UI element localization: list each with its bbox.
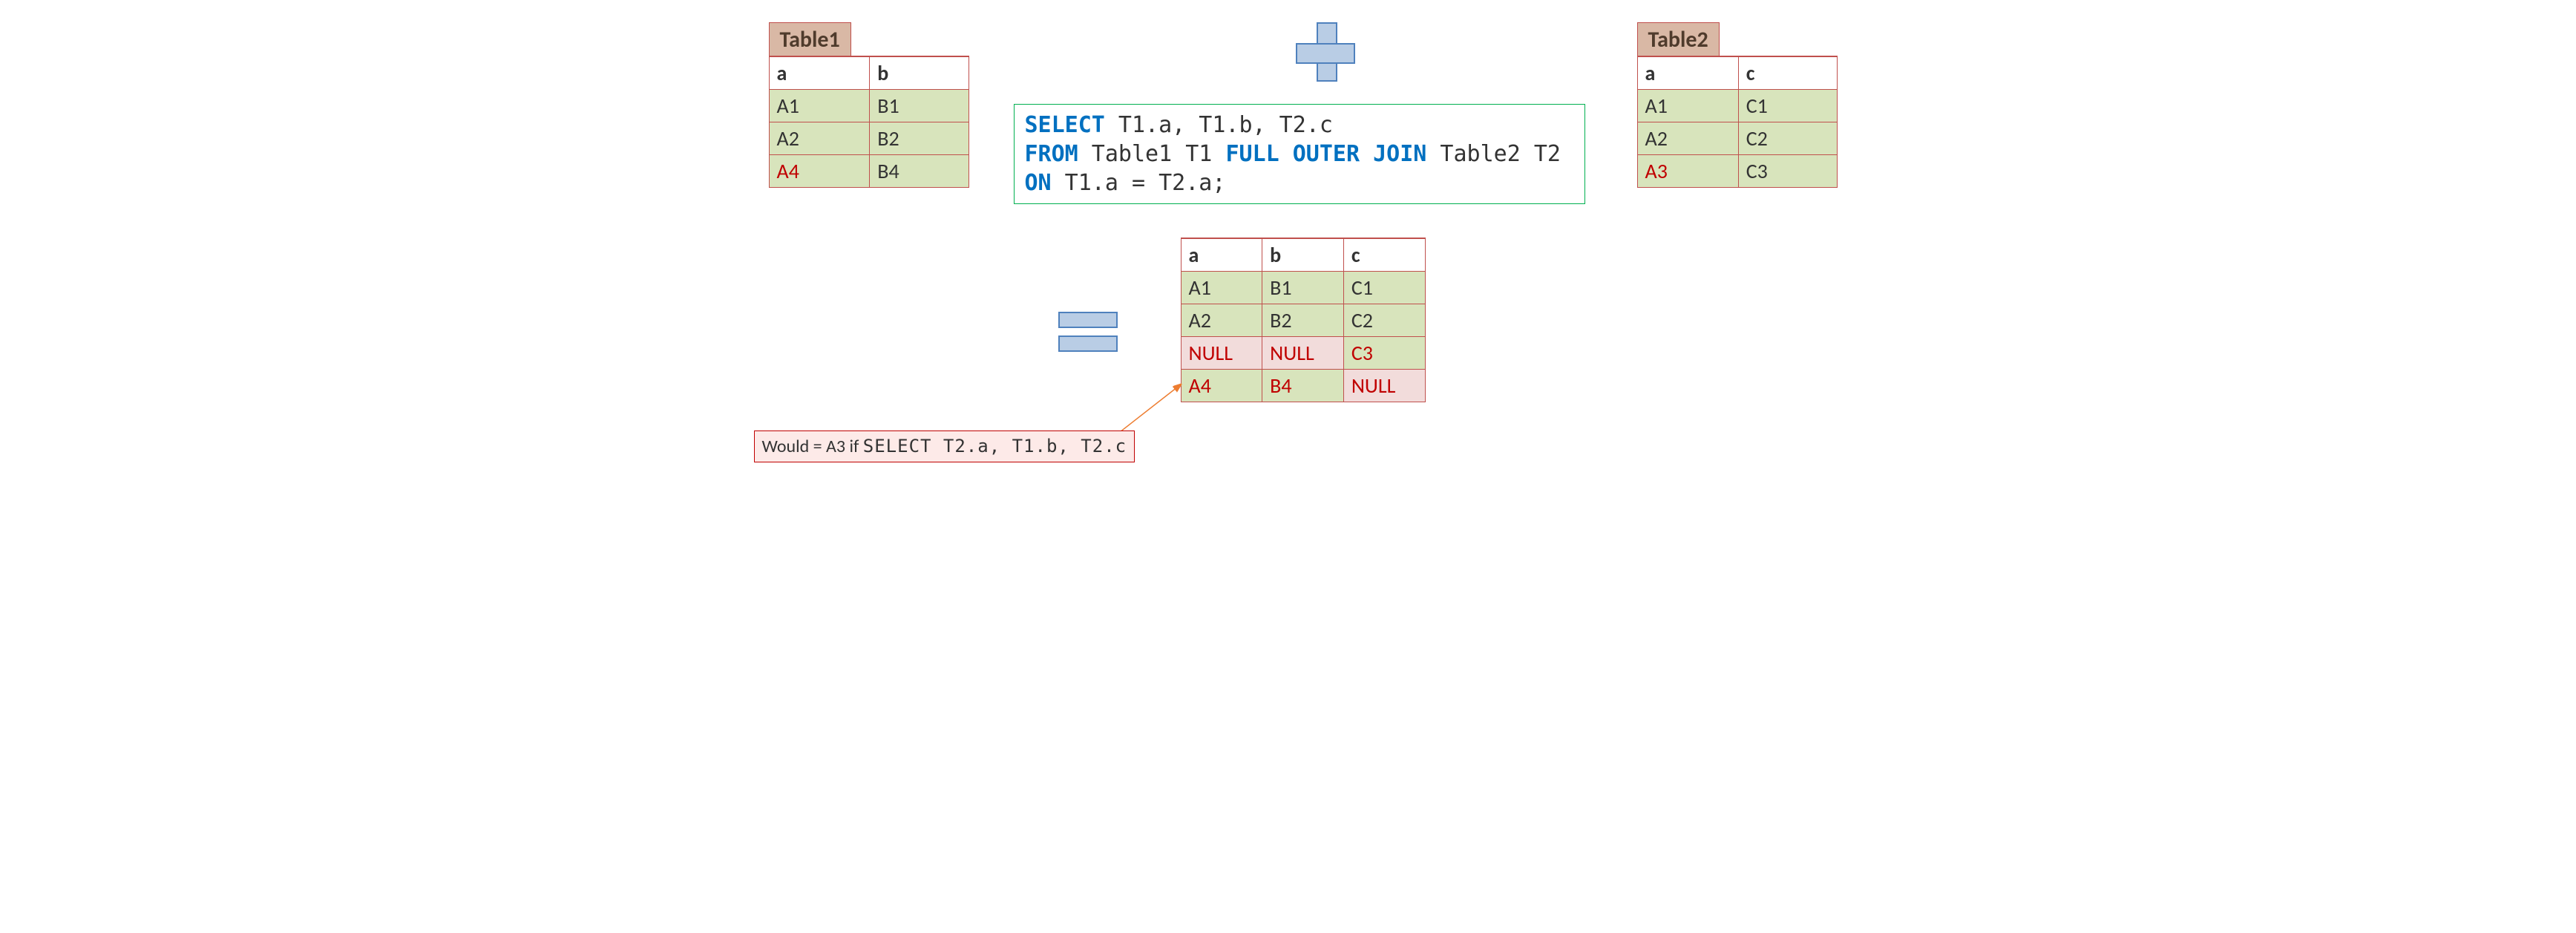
equals-icon [1058, 312, 1118, 359]
table1: a b A1 B1 A2 B2 A4 B4 [769, 56, 969, 188]
sql-kw-full-outer-join: FULL OUTER JOIN [1225, 141, 1426, 167]
table1-col-b: b [870, 56, 969, 90]
callout-note: Would = A3 if SELECT T2.a, T1.b, T2.c [754, 431, 1135, 462]
sql-query-box: SELECT T1.a, T1.b, T2.c FROM Table1 T1 F… [1014, 104, 1585, 204]
result-col-b: b [1262, 238, 1344, 272]
table-row: A2 C2 [1637, 122, 1837, 155]
plus-icon [1296, 22, 1355, 82]
table2-col-c: c [1738, 56, 1837, 90]
table-row: A1 B1 [769, 90, 969, 122]
sql-kw-on: ON [1025, 170, 1052, 196]
table2-col-a: a [1637, 56, 1738, 90]
table2-title: Table2 [1637, 22, 1720, 56]
table-row: A2 B2 C2 [1181, 304, 1425, 337]
table-row: A4 B4 NULL [1181, 370, 1425, 402]
result-table: a b c A1 B1 C1 A2 B2 C2 NULL NULL C3 A4 … [1181, 238, 1426, 402]
table-row: NULL NULL C3 [1181, 337, 1425, 370]
table1-title: Table1 [769, 22, 851, 56]
table-row: A2 B2 [769, 122, 969, 155]
sql-kw-select: SELECT [1025, 112, 1105, 138]
table-row: A3 C3 [1637, 155, 1837, 188]
table-row: A4 B4 [769, 155, 969, 188]
table1-col-a: a [769, 56, 870, 90]
sql-kw-from: FROM [1025, 141, 1078, 167]
table2: a c A1 C1 A2 C2 A3 C3 [1637, 56, 1838, 188]
result-col-a: a [1181, 238, 1262, 272]
table-row: A1 C1 [1637, 90, 1837, 122]
result-col-c: c [1343, 238, 1425, 272]
table-row: A1 B1 C1 [1181, 272, 1425, 304]
